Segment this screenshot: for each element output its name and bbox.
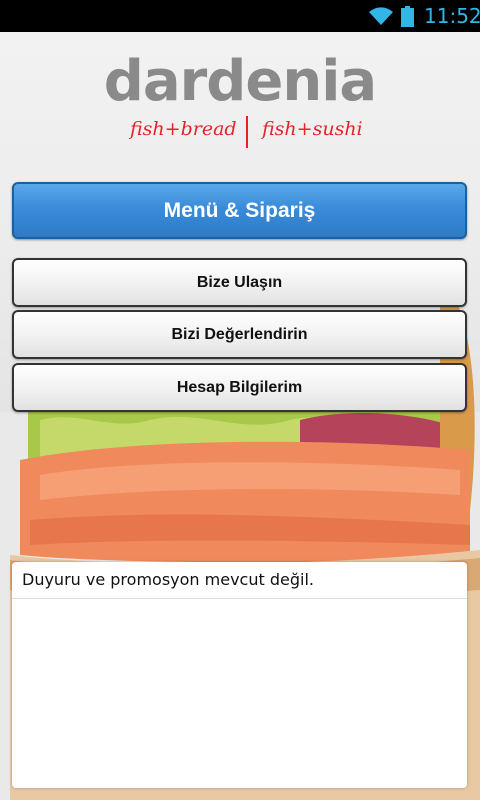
rate-us-button[interactable]: Bizi Değerlendirin [12,310,467,359]
panel-divider [12,598,467,599]
app-screen: 11:52 dardenia fish+bread fish+sushi Men… [0,0,480,800]
wifi-icon [369,7,393,25]
logo-fish-bread: fish+bread [130,118,237,140]
logo-fish-sushi: fish+sushi [262,118,363,140]
account-info-button[interactable]: Hesap Bilgilerim [12,363,467,412]
logo-divider [246,116,248,148]
battery-icon [401,6,414,27]
announcements-panel[interactable]: Duyuru ve promosyon mevcut değil. [12,562,467,788]
announcements-empty-text: Duyuru ve promosyon mevcut değil. [22,570,314,589]
logo-taglines: fish+bread fish+sushi [0,116,480,150]
contact-us-button[interactable]: Bize Ulaşın [12,258,467,307]
menu-order-button[interactable]: Menü & Sipariş [12,182,467,239]
status-bar: 11:52 [0,0,480,32]
status-time: 11:52 [424,4,480,28]
logo-wordmark: dardenia [103,49,377,114]
brand-logo: dardenia fish+bread fish+sushi [0,49,480,148]
